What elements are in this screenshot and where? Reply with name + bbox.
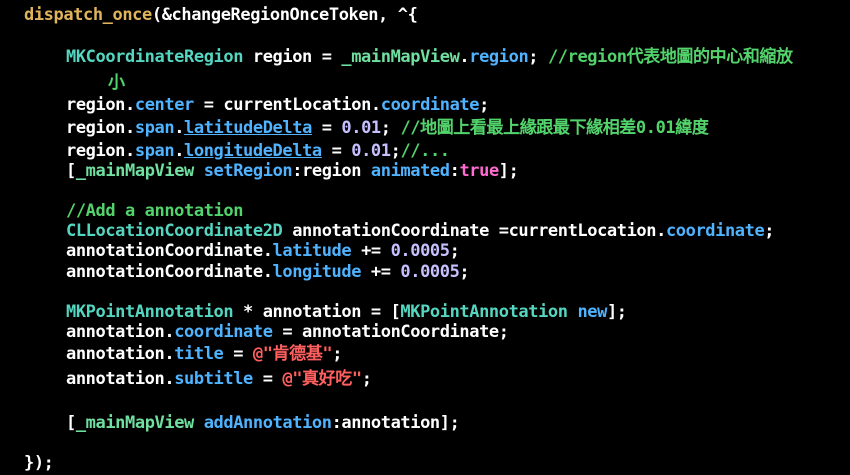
code-token-plain: ; (332, 344, 343, 364)
code-token-plain: ; (528, 47, 548, 67)
code-token-plain: annotation. (66, 344, 175, 364)
code-token-plain: . (174, 141, 185, 161)
code-token-property: region (469, 47, 529, 67)
code-editor[interactable]: dispatch_once(&changeRegionOnceToken, ^{… (0, 0, 850, 475)
code-line-14: annotation.title = @"肯德基"; (66, 344, 342, 364)
code-token-property: span (134, 141, 175, 161)
code-token-plain: . (459, 47, 470, 67)
code-line-9: CLLocationCoordinate2D annotationCoordin… (66, 221, 775, 241)
code-token-ivar: _mainMapView (75, 413, 194, 433)
code-token-plain: ; (764, 221, 775, 241)
code-line-10: annotationCoordinate.latitude += 0.0005; (66, 241, 460, 261)
code-line-4: region.center = currentLocation.coordina… (66, 95, 489, 115)
code-token-plain: (&changeRegionOnceToken, ^{ (151, 5, 418, 25)
code-line-5: region.span.latitudeDelta = 0.01; //地圖上看… (66, 118, 709, 138)
code-token-plain: ; (361, 369, 372, 389)
code-token-plain: ; (380, 118, 401, 138)
code-token-plain: = (311, 118, 342, 138)
code-token-property: center (134, 95, 194, 115)
code-token-number: 0.01 (351, 141, 391, 161)
code-token-property: span (134, 118, 175, 138)
code-token-plain: ; (390, 141, 401, 161)
code-token-property: coordinate (665, 221, 765, 241)
code-token-number: 0.01 (341, 118, 381, 138)
code-token-property-link: longitudeDelta (184, 141, 322, 161)
code-token-plain: region. (66, 141, 135, 161)
code-line-17: }); (24, 453, 54, 473)
code-token-property: new (577, 302, 607, 322)
code-line-8: //Add a annotation (66, 201, 243, 221)
code-token-type: MKPointAnnotation (400, 302, 568, 322)
code-token-plain: * annotation = [ (233, 302, 401, 322)
code-token-plain: region. (66, 95, 135, 115)
code-token-property: longitude (272, 262, 362, 282)
code-token-ivar: _mainMapView (75, 161, 194, 181)
code-token-plain: = (223, 344, 253, 364)
code-token-property-link: latitudeDelta (184, 118, 312, 138)
code-token-plain: region. (66, 118, 135, 138)
code-token-plain: ; (479, 95, 489, 115)
code-line-6: region.span.longitudeDelta = 0.01;//... (66, 141, 450, 161)
code-token-plain: annotationCoordinate =currentLocation. (282, 221, 666, 241)
code-line-12: MKPointAnnotation * annotation = [MKPoin… (66, 302, 627, 322)
code-token-plain: annotationCoordinate. (66, 241, 273, 261)
code-token-property: addAnnotation (203, 413, 332, 433)
code-token-plain: += (351, 241, 391, 261)
code-token-property: setRegion (203, 161, 293, 181)
code-token-plain: region = (243, 47, 342, 67)
code-token-plain: :region (292, 161, 371, 181)
code-token-plain: ; (449, 241, 460, 261)
code-token-plain: [ (66, 413, 76, 433)
code-token-plain: ]; (498, 161, 519, 181)
code-token-type: CLLocationCoordinate2D (66, 221, 283, 241)
code-token-plain: = annotationCoordinate; (272, 322, 509, 342)
code-token-plain: = currentLocation. (193, 95, 381, 115)
code-line-3: 小 (108, 73, 125, 93)
code-token-property: subtitle (174, 369, 253, 389)
code-token-function: dispatch_once (24, 5, 152, 25)
code-token-plain: }); (24, 453, 54, 473)
code-token-plain: [ (66, 161, 76, 181)
code-line-15: annotation.subtitle = @"真好吃"; (66, 369, 372, 389)
code-line-7: [_mainMapView setRegion:region animated:… (66, 161, 519, 181)
code-token-comment: //region代表地圖的中心和縮放 (547, 47, 793, 67)
code-line-16: [_mainMapView addAnnotation:annotation]; (66, 413, 460, 433)
code-token-plain: = (321, 141, 352, 161)
code-token-property: latitude (272, 241, 352, 261)
code-token-plain: : (449, 161, 460, 181)
code-token-property: animated (370, 161, 450, 181)
code-token-plain: annotationCoordinate. (66, 262, 273, 282)
code-line-1: dispatch_once(&changeRegionOnceToken, ^{ (24, 5, 418, 25)
code-line-11: annotationCoordinate.longitude += 0.0005… (66, 262, 470, 282)
code-token-comment: //Add a annotation (66, 201, 244, 221)
code-token-ivar: _mainMapView (341, 47, 460, 67)
code-token-type: MKCoordinateRegion (66, 47, 244, 67)
code-token-type: MKPointAnnotation (66, 302, 234, 322)
code-line-2: MKCoordinateRegion region = _mainMapView… (66, 47, 793, 67)
code-token-property: coordinate (380, 95, 480, 115)
code-token-plain: annotation. (66, 369, 175, 389)
code-token-plain: annotation. (66, 322, 175, 342)
code-token-comment: 小 (108, 73, 125, 93)
code-token-plain: . (174, 118, 185, 138)
code-token-property: coordinate (174, 322, 273, 342)
code-token-comment: //地圖上看最上緣跟最下緣相差0.01緯度 (400, 118, 709, 138)
code-token-number: 0.0005 (390, 241, 450, 261)
code-token-plain: :annotation]; (331, 413, 460, 433)
code-token-string: @"真好吃" (282, 369, 362, 389)
code-line-13: annotation.coordinate = annotationCoordi… (66, 322, 509, 342)
code-token-plain: += (361, 262, 401, 282)
code-token-number: 0.0005 (400, 262, 460, 282)
code-token-keyword: true (459, 161, 499, 181)
code-token-plain: ]; (606, 302, 627, 322)
code-token-plain: ; (459, 262, 470, 282)
code-token-property: title (174, 344, 224, 364)
code-token-plain: = (252, 369, 283, 389)
code-token-comment: //... (400, 141, 450, 161)
code-token-string: @"肯德基" (252, 344, 333, 364)
